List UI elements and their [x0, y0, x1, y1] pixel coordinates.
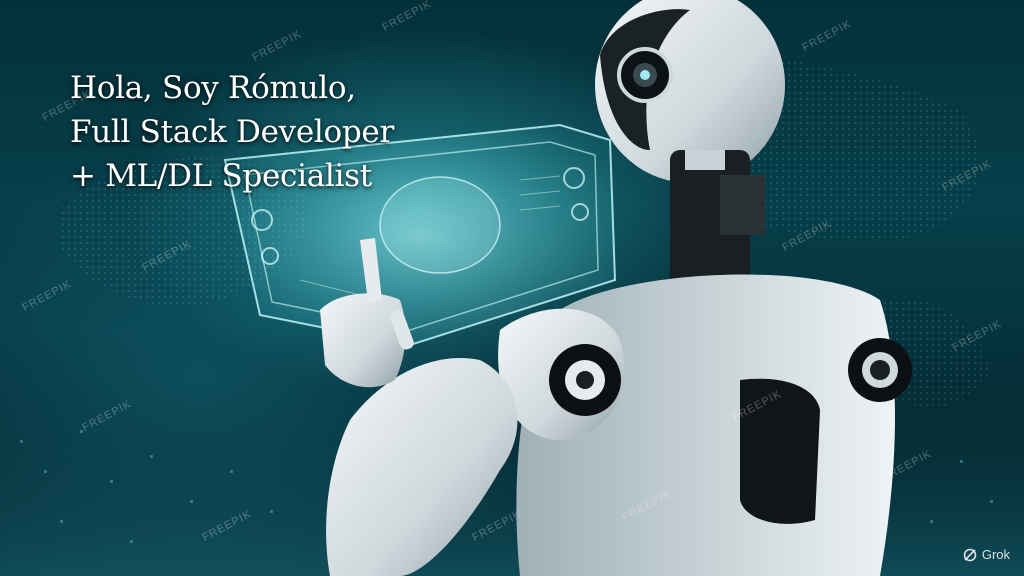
- headline-line-1: Hola, Soy Rómulo,: [70, 70, 356, 106]
- grok-watermark-badge: Grok: [963, 547, 1010, 562]
- image-canvas: FREEPIK FREEPIK FREEPIK FREEPIK FREEPIK …: [0, 0, 1024, 576]
- grok-label: Grok: [981, 547, 1010, 562]
- headline-line-2: Full Stack Developer: [70, 114, 394, 150]
- headline-line-3: + ML/DL Specialist: [70, 158, 372, 194]
- robot-neck: [670, 150, 765, 290]
- grok-logo-icon: [963, 548, 977, 561]
- headline: Hola, Soy Rómulo, Full Stack Developer +…: [70, 66, 394, 198]
